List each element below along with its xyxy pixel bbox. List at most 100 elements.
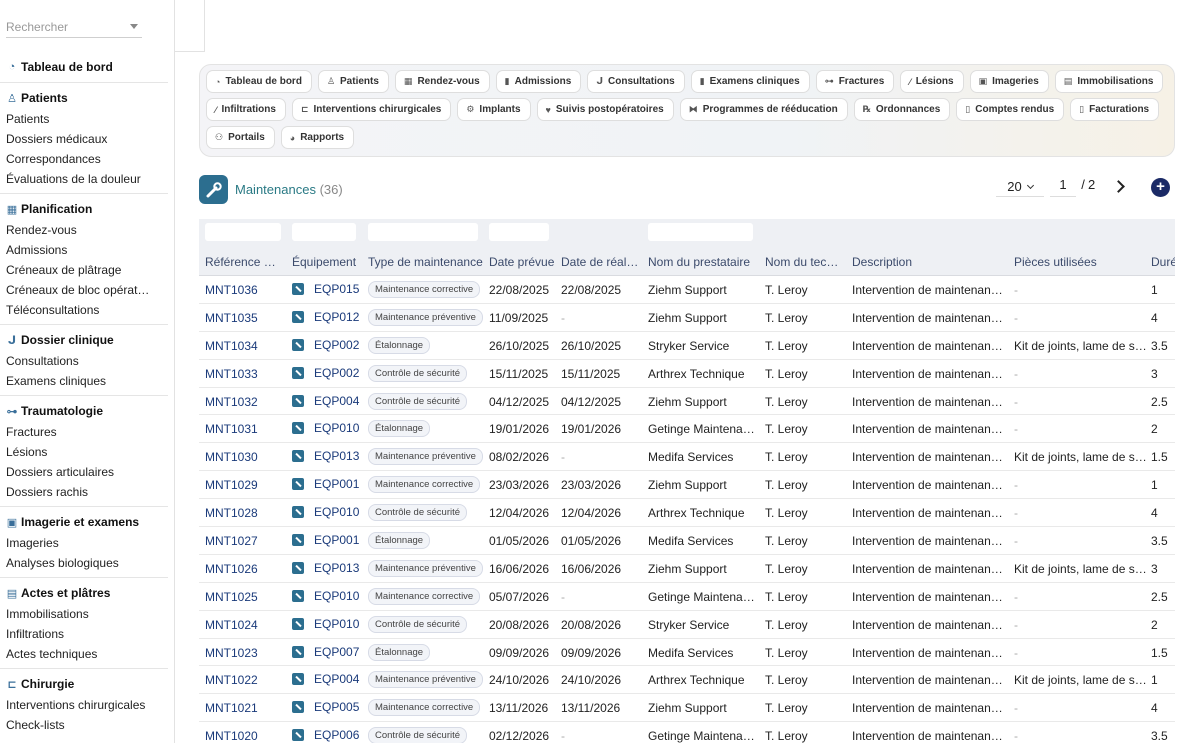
sidebar-section-title[interactable]: ▤ Actes et plâtres [0,582,168,604]
equipment-link[interactable]: EQP002 [314,366,359,380]
module-pill[interactable]: ⚙ Implants [457,98,531,121]
module-pill[interactable]: ▣ Imageries [969,70,1049,93]
reference-link[interactable]: MNT1027 [205,534,285,548]
sidebar-section-title[interactable]: ᒍ Dossier clinique [0,329,168,351]
table-row[interactable]: MNT1020 EQP006 Contrôle de sécurité 02/12/2… [199,722,1175,743]
module-pill[interactable]: ▦ Rendez-vous [394,70,490,93]
table-row[interactable]: MNT1027 EQP001 Étalonnage 01/05/2026 01/05/2… [199,527,1175,555]
reference-link[interactable]: MNT1030 [205,450,285,464]
sidebar-item[interactable]: Patients [0,109,168,129]
table-row[interactable]: MNT1022 EQP004 Maintenance préventive 24/10… [199,666,1175,695]
reference-link[interactable]: MNT1020 [205,729,285,743]
page-size-select[interactable]: 20 [996,177,1044,197]
equipment-link[interactable]: EQP001 [314,477,359,491]
sidebar-item[interactable]: Actes techniques [0,644,168,664]
column-header[interactable]: Duré [1151,255,1175,269]
module-pill[interactable]: ▯ Facturations [1070,98,1160,121]
equipment-link[interactable]: EQP012 [314,310,359,324]
sidebar-item[interactable]: Check-lists [0,715,168,735]
sidebar-item[interactable]: Consultations [0,351,168,371]
sidebar-item[interactable]: Imageries [0,533,168,553]
reference-link[interactable]: MNT1033 [205,367,285,381]
module-pill[interactable]: ⊶ Fractures [815,70,895,93]
sidebar-section-title[interactable]: ⊏ Chirurgie [0,673,168,695]
sidebar-item[interactable]: Correspondances [0,149,168,169]
reference-link[interactable]: MNT1026 [205,562,285,576]
reference-link[interactable]: MNT1032 [205,395,285,409]
equipment-link[interactable]: EQP015 [314,282,359,296]
sidebar-item[interactable]: Interventions chirurgicales [0,695,168,715]
reference-link[interactable]: MNT1031 [205,422,285,436]
module-pill[interactable]: ⧓ Programmes de rééducation [679,98,848,121]
sidebar-item[interactable]: Infiltrations [0,624,168,644]
equipment-link[interactable]: EQP005 [314,700,359,714]
equipment-link[interactable]: EQP001 [314,533,359,547]
sidebar-item[interactable]: Évaluations de la douleur [0,169,168,189]
module-pill[interactable]: ⚇ Portails [206,126,275,149]
sidebar-item[interactable]: Dossiers médicaux [0,129,168,149]
equipment-link[interactable]: EQP007 [314,645,359,659]
page-number-input[interactable]: 1 [1050,177,1076,197]
equipment-link[interactable]: EQP004 [314,672,359,686]
sidebar-section-title[interactable]: ▣ Imagerie et examens [0,511,168,533]
next-page-chevron-icon[interactable] [1112,180,1126,194]
module-pill[interactable]: ▮ Admissions [495,70,582,93]
module-pill[interactable]: ▯ Comptes rendus [956,98,1065,121]
module-pill[interactable]: ♙ Patients [317,70,389,93]
table-row[interactable]: MNT1034 EQP002 Étalonnage 26/10/2025 26/10/2… [199,332,1175,360]
sidebar-item[interactable]: Fractures [0,422,168,442]
reference-link[interactable]: MNT1022 [205,673,285,687]
sidebar-item[interactable]: Créneaux de plâtrage [0,260,168,280]
column-header[interactable]: Date prévue [489,255,557,269]
table-row[interactable]: MNT1033 EQP002 Contrôle de sécurité 15/11/2… [199,360,1175,388]
reference-link[interactable]: MNT1035 [205,311,285,325]
sidebar-item[interactable]: Créneaux de bloc opérat… [0,280,168,300]
equipment-link[interactable]: EQP013 [314,561,359,575]
table-row[interactable]: MNT1023 EQP007 Étalonnage 09/09/2026 09/09/2… [199,639,1175,667]
module-pill[interactable]: ℞ Ordonnances [853,98,951,121]
equipment-link[interactable]: EQP010 [314,505,359,519]
module-pill[interactable]: ◕ Rapports [280,126,355,149]
reference-link[interactable]: MNT1036 [205,283,285,297]
module-pill[interactable]: ▤ Immobilisations [1054,70,1164,93]
search-select[interactable]: Rechercher [6,16,142,38]
sidebar-section-title[interactable]: ▦ Planification [0,198,168,220]
sidebar-section-title[interactable]: ⊶ Traumatologie [0,400,168,422]
column-filter-input[interactable] [205,223,281,241]
table-row[interactable]: MNT1029 EQP001 Maintenance corrective 23/03… [199,471,1175,500]
table-row[interactable]: MNT1024 EQP010 Contrôle de sécurité 20/08/2… [199,611,1175,639]
column-header[interactable]: Référence m… [205,255,285,269]
sidebar-section-title[interactable]: ◔ Tableau de bord [0,56,168,78]
column-filter-input[interactable] [292,223,356,241]
sidebar-item[interactable]: Lésions [0,442,168,462]
column-filter-input[interactable] [648,223,753,241]
module-pill[interactable]: ⁄ Lésions [900,70,964,93]
reference-link[interactable]: MNT1029 [205,478,285,492]
equipment-link[interactable]: EQP004 [314,394,359,408]
column-header[interactable]: Équipement [292,255,362,269]
equipment-link[interactable]: EQP002 [314,338,359,352]
sidebar-item[interactable]: Immobilisations [0,604,168,624]
equipment-link[interactable]: EQP010 [314,617,359,631]
table-row[interactable]: MNT1031 EQP010 Étalonnage 19/01/2026 19/01/2… [199,415,1175,444]
table-row[interactable]: MNT1030 EQP013 Maintenance préventive 08/02… [199,443,1175,472]
column-header[interactable]: Pièces utilisées [1014,255,1149,269]
reference-link[interactable]: MNT1025 [205,590,285,604]
reference-link[interactable]: MNT1024 [205,618,285,632]
column-header[interactable]: Nom du tech… [765,255,845,269]
column-header[interactable]: Date de réali… [561,255,641,269]
reference-link[interactable]: MNT1023 [205,646,285,660]
equipment-link[interactable]: EQP010 [314,421,359,435]
reference-link[interactable]: MNT1021 [205,701,285,715]
reference-link[interactable]: MNT1028 [205,506,285,520]
sidebar-item[interactable]: Rendez-vous [0,220,168,240]
sidebar-item[interactable]: Examens cliniques [0,371,168,391]
column-header[interactable]: Nom du prestataire [648,255,760,269]
sidebar-item[interactable]: Admissions [0,240,168,260]
equipment-link[interactable]: EQP006 [314,728,359,742]
module-pill[interactable]: ▮ Examens cliniques [690,70,810,93]
table-row[interactable]: MNT1035 EQP012 Maintenance préventive 11/09… [199,304,1175,332]
add-record-button[interactable]: + [1151,178,1170,197]
table-row[interactable]: MNT1025 EQP010 Maintenance corrective 05/07… [199,583,1175,611]
table-row[interactable]: MNT1028 EQP010 Contrôle de sécurité 12/04/2… [199,499,1175,528]
